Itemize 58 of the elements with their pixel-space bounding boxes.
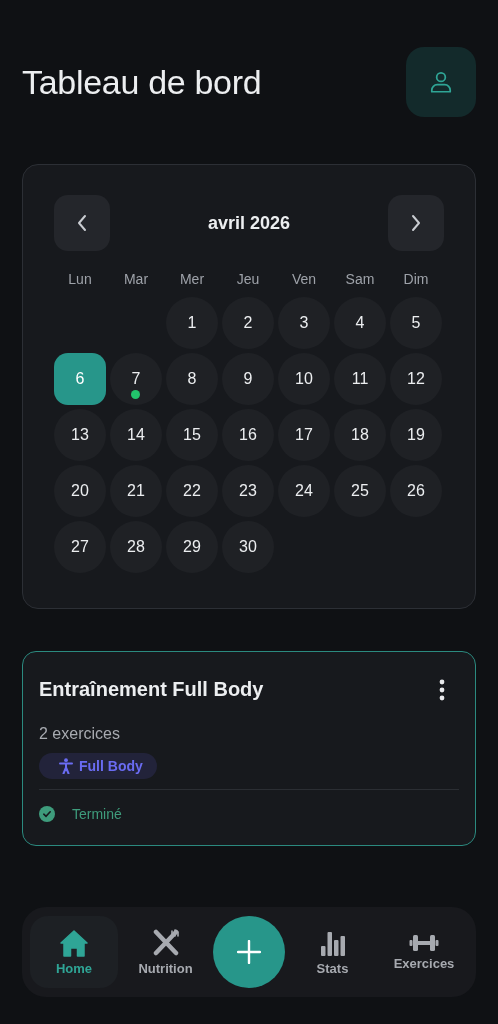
calendar-day[interactable]: 20 — [54, 465, 106, 517]
nav-tab[interactable]: Home — [30, 916, 118, 988]
calendar-day[interactable]: 21 — [110, 465, 162, 517]
calendar-day[interactable]: 19 — [390, 409, 442, 461]
plus-icon — [237, 940, 261, 964]
exercise-count: 2 exercices — [39, 725, 121, 743]
dumbbell-icon — [409, 933, 439, 952]
calendar-day[interactable]: 11 — [334, 353, 386, 405]
person-icon — [59, 758, 73, 774]
calendar-day[interactable]: 12 — [390, 353, 442, 405]
profile-button[interactable] — [406, 47, 476, 117]
page-title: Tableau de bord — [22, 62, 262, 102]
chevron-right-icon — [409, 214, 423, 232]
month-label: avril 2026 — [207, 212, 291, 234]
calendar-day[interactable]: 16 — [222, 409, 274, 461]
calendar-day[interactable]: 6 — [54, 353, 106, 405]
calendar-day[interactable]: 27 — [54, 521, 106, 573]
calendar-day[interactable]: 17 — [278, 409, 330, 461]
workout-title: Entraînement Full Body — [39, 678, 264, 701]
calendar-day[interactable]: 7 — [110, 353, 162, 405]
calendar-day[interactable]: 9 — [222, 353, 274, 405]
status-label: Terminé — [72, 806, 122, 822]
calendar-day[interactable]: 26 — [390, 465, 442, 517]
calendar-day[interactable]: 25 — [334, 465, 386, 517]
weekday-label: Jeu — [235, 271, 261, 289]
calendar-day[interactable]: 13 — [54, 409, 106, 461]
weekday-label: Dim — [402, 271, 430, 289]
tag-label: Full Body — [79, 758, 143, 774]
house-icon — [59, 928, 89, 957]
calendar-day[interactable]: 24 — [278, 465, 330, 517]
calendar-day[interactable]: 2 — [222, 297, 274, 349]
weekday-label: Ven — [290, 271, 318, 289]
calendar-day[interactable]: 8 — [166, 353, 218, 405]
nav-tab[interactable]: Exercices — [380, 916, 468, 988]
weekday-label: Lun — [67, 271, 93, 289]
calendar-day[interactable]: 10 — [278, 353, 330, 405]
calendar-day[interactable]: 28 — [110, 521, 162, 573]
calendar-day[interactable]: 4 — [334, 297, 386, 349]
fork-knife-icon — [151, 928, 180, 957]
calendar-day[interactable]: 29 — [166, 521, 218, 573]
calendar-day[interactable]: 22 — [166, 465, 218, 517]
calendar-day[interactable]: 5 — [390, 297, 442, 349]
calendar-day[interactable]: 3 — [278, 297, 330, 349]
weekday-label: Mer — [178, 271, 206, 289]
weekday-label: Mar — [122, 271, 150, 289]
calendar-day[interactable]: 1 — [166, 297, 218, 349]
user-icon — [428, 69, 454, 95]
workout-card[interactable]: Entraînement Full Body 2 exercices Full Body Terminé — [22, 651, 476, 846]
calendar-day[interactable]: 14 — [110, 409, 162, 461]
calendar-day[interactable]: 18 — [334, 409, 386, 461]
calendar-day[interactable]: 15 — [166, 409, 218, 461]
nav-tab[interactable]: Stats — [288, 916, 377, 988]
weekday-label: Sam — [344, 271, 376, 289]
calendar-day[interactable]: 23 — [222, 465, 274, 517]
more-vertical-icon — [439, 678, 445, 701]
chevron-left-icon — [75, 214, 89, 232]
calendar-day[interactable]: 30 — [222, 521, 274, 573]
nav-tab[interactable]: Nutrition — [121, 916, 210, 988]
